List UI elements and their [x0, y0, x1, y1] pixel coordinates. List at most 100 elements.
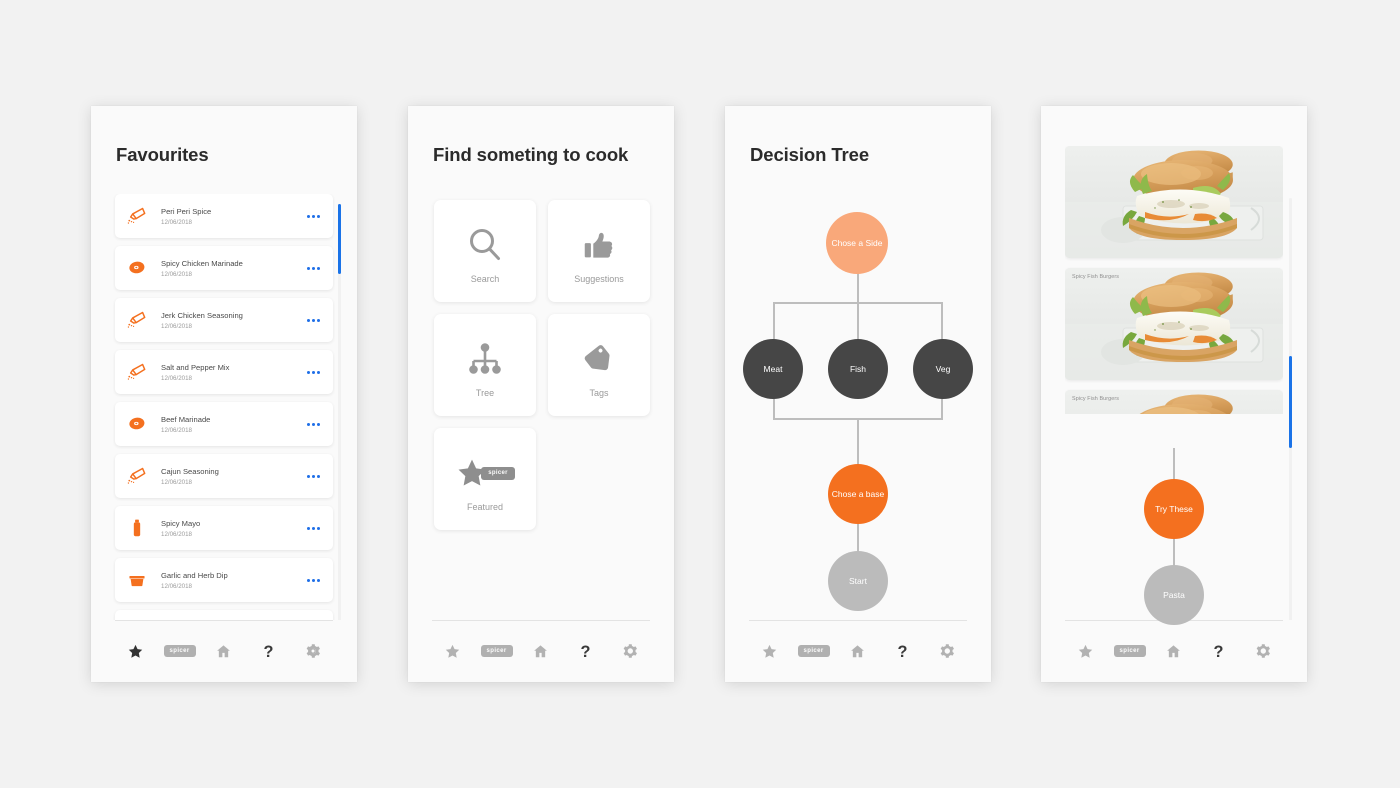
tile-label: Featured: [466, 502, 504, 512]
nav-brand-button[interactable]: spicer: [480, 634, 514, 668]
search-icon: [465, 218, 505, 272]
nav-home-button[interactable]: [841, 634, 875, 668]
recipe-card[interactable]: Spicy Fish Burgers: [1065, 390, 1283, 414]
nav-brand-button[interactable]: spicer: [163, 634, 197, 668]
tree-node-chose-a-side[interactable]: Chose a Side: [826, 212, 888, 274]
favourite-row[interactable]: Garlic and Herb Dip 12/06/2018: [115, 558, 333, 602]
brand-badge: spicer: [163, 645, 196, 657]
gear-icon: [940, 644, 954, 658]
thumbs-up-icon: [584, 232, 613, 258]
nav-brand-button[interactable]: spicer: [797, 634, 831, 668]
tile-label: Tags: [589, 388, 609, 398]
favourite-row[interactable]: Spicy Mayo 12/06/2018: [115, 506, 333, 550]
node-label: Meat: [763, 363, 783, 374]
recipe-card[interactable]: Spicy Fish Burgers: [1065, 268, 1283, 380]
nav-favourites-button[interactable]: [1068, 634, 1102, 668]
spice-shaker-icon: [127, 467, 146, 484]
nav-help-button[interactable]: ?: [251, 634, 285, 668]
favourite-row[interactable]: Cajun Seasoning 12/06/2018: [115, 454, 333, 498]
tree-node-start[interactable]: Start: [828, 551, 888, 611]
home-icon: [217, 644, 231, 657]
spice-shaker-icon: [127, 207, 146, 224]
spice-shaker-icon: [115, 298, 159, 342]
brand-badge: spicer: [1113, 645, 1146, 657]
bottle-icon: [115, 506, 159, 550]
favourite-row[interactable]: Beef Marinade 12/06/2018: [115, 402, 333, 446]
more-options-button[interactable]: [293, 370, 333, 374]
recipe-photo: [1065, 146, 1283, 258]
favourite-date: 12/06/2018: [161, 374, 192, 382]
screenshot-canvas: Favourites Peri Peri Spice 12/06/2018 Sp…: [0, 0, 1400, 788]
tile-suggestions[interactable]: Suggestions: [548, 200, 650, 302]
more-options-button[interactable]: [293, 578, 333, 582]
recipe-caption: Spicy Fish Burgers: [1072, 396, 1120, 402]
screen-decision-tree-results: Decision Tree: [1041, 106, 1307, 682]
star-icon: [762, 644, 776, 658]
more-options-button[interactable]: [293, 318, 333, 322]
nav-help-button[interactable]: ?: [885, 634, 919, 668]
favourite-row[interactable]: Peri Peri Spice 12/06/2018: [115, 194, 333, 238]
nav-home-button[interactable]: [524, 634, 558, 668]
tree-node-chose-a-base[interactable]: Chose a base: [828, 464, 888, 524]
tree-node-meat[interactable]: Meat: [743, 339, 803, 399]
favourite-row[interactable]: Salt and Pepper Mix 12/06/2018: [115, 350, 333, 394]
favourite-date: 12/06/2018: [161, 270, 192, 278]
nav-help-button[interactable]: ?: [568, 634, 602, 668]
recipe-card-list[interactable]: Spicy Fish Burgers Spicy Fish Burgers: [1065, 146, 1283, 414]
tile-tree[interactable]: Tree: [434, 314, 536, 416]
tree-node-pasta[interactable]: Pasta: [1144, 565, 1204, 625]
home-icon: [534, 644, 548, 657]
nav-help-button[interactable]: ?: [1201, 634, 1235, 668]
star-icon: [445, 644, 459, 658]
more-options-button[interactable]: [293, 474, 333, 478]
nav-home-button[interactable]: [207, 634, 241, 668]
tile-featured[interactable]: spicer Featured: [434, 428, 536, 530]
node-label: Fish: [849, 363, 867, 374]
tree-node-fish[interactable]: Fish: [828, 339, 888, 399]
favourite-row[interactable]: Jerk Chicken Seasoning 12/06/2018: [115, 298, 333, 342]
nav-settings-button[interactable]: [613, 634, 647, 668]
nav-brand-button[interactable]: spicer: [1113, 634, 1147, 668]
tree-node-veg[interactable]: Veg: [913, 339, 973, 399]
bottle-icon: [133, 519, 141, 537]
nav-divider: [115, 620, 333, 621]
scrollbar-thumb[interactable]: [338, 204, 341, 274]
nav-divider: [749, 620, 967, 621]
favourite-date: 12/06/2018: [161, 582, 192, 590]
favourite-row-text: Salt and Pepper Mix 12/06/2018: [159, 362, 293, 383]
favourite-name: Spicy Mayo: [161, 518, 201, 528]
scrollbar-thumb[interactable]: [1289, 356, 1292, 448]
node-label: Try These: [1155, 503, 1193, 514]
more-options-button[interactable]: [293, 266, 333, 270]
nav-settings-button[interactable]: [296, 634, 330, 668]
favourite-row[interactable]: Spicy Chicken Marinade 12/06/2018: [115, 246, 333, 290]
recipe-card[interactable]: [1065, 146, 1283, 258]
favourite-row-text: Jerk Chicken Seasoning 12/06/2018: [159, 310, 293, 331]
question-mark-icon: ?: [263, 643, 273, 661]
tile-tags[interactable]: Tags: [548, 314, 650, 416]
favourite-name: Jerk Chicken Seasoning: [161, 310, 243, 320]
favourite-row[interactable]: [115, 610, 333, 620]
bottom-navigation: spicer ?: [408, 620, 674, 682]
nav-favourites-button[interactable]: [118, 634, 152, 668]
favourite-row-text: Garlic and Herb Dip 12/06/2018: [159, 570, 293, 591]
favourite-name: Cajun Seasoning: [161, 466, 219, 476]
decision-tree-graph: Chose a Side Meat Fish Veg Chose a base …: [725, 192, 991, 620]
favourites-list[interactable]: Peri Peri Spice 12/06/2018 Spicy Chicken…: [91, 194, 357, 620]
star-icon: [1078, 644, 1092, 658]
recipe-photo: [1065, 390, 1283, 414]
nav-settings-button[interactable]: [1246, 634, 1280, 668]
nav-settings-button[interactable]: [930, 634, 964, 668]
nav-favourites-button[interactable]: [752, 634, 786, 668]
home-icon: [851, 644, 865, 657]
meat-icon: [129, 261, 145, 274]
more-options-button[interactable]: [293, 214, 333, 218]
nav-favourites-button[interactable]: [435, 634, 469, 668]
nav-home-button[interactable]: [1157, 634, 1191, 668]
more-options-button[interactable]: [293, 422, 333, 426]
tag-icon: [584, 345, 610, 371]
favourite-date: 12/06/2018: [161, 530, 192, 538]
more-options-button[interactable]: [293, 526, 333, 530]
tile-search[interactable]: Search: [434, 200, 536, 302]
tree-node-try-these[interactable]: Try These: [1144, 479, 1204, 539]
